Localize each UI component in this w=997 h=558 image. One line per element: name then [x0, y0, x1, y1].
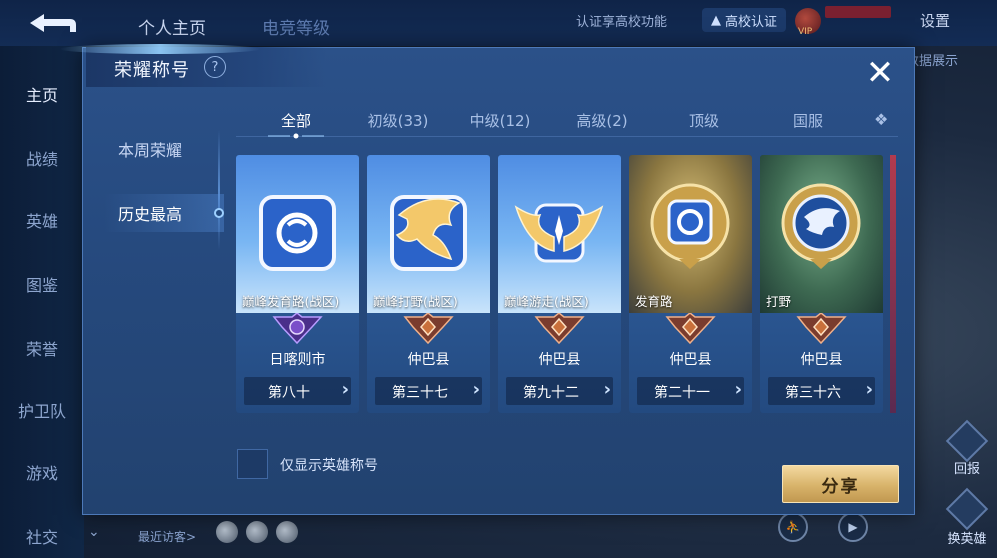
card-region: 仲巴县: [538, 352, 581, 368]
visitor-avatar[interactable]: [276, 521, 298, 543]
card-title: 巅峰游走(战区): [504, 294, 589, 309]
card-rank-row[interactable]: 第八十 ›: [244, 377, 351, 405]
card-title: 打野: [766, 294, 792, 309]
jungle-medal-icon: [781, 183, 861, 269]
card-rank-row[interactable]: 第二十一 ›: [637, 377, 744, 405]
sidebar-item-honors[interactable]: 荣誉: [0, 336, 84, 360]
campus-verify-button[interactable]: ▲ 高校认证: [702, 8, 786, 32]
campus-verify-note[interactable]: 认证享高校功能: [576, 11, 667, 30]
back-arrow-icon[interactable]: [22, 10, 78, 36]
rank-emblem-icon: [796, 313, 847, 345]
more-tabs-icon[interactable]: ❖: [874, 110, 894, 130]
tab-personal-home[interactable]: 个人主页: [138, 14, 206, 39]
visitor-avatar[interactable]: [216, 521, 238, 543]
settings-button[interactable]: 设置: [920, 10, 950, 31]
notification-strip: [825, 6, 891, 18]
hero-title-only-label[interactable]: 仅显示英雄称号: [280, 455, 378, 475]
mountain-icon: ▲: [710, 12, 721, 28]
switch-hero-button[interactable]: 换英雄: [944, 528, 990, 547]
card-title: 巅峰打野(战区): [373, 294, 458, 309]
tab-intermediate[interactable]: 中级(12): [464, 110, 536, 131]
filter-weekly-honor[interactable]: 本周荣耀: [104, 130, 224, 168]
tier-tabs: 全部 初级(33) 中级(12) 高级(2) 顶级 国服: [236, 104, 898, 140]
card-art: [498, 155, 621, 313]
chevron-right-icon[interactable]: ›: [604, 379, 611, 400]
sidebar-item-home[interactable]: 主页: [0, 82, 84, 106]
vip-badge: VIP: [798, 27, 813, 37]
chevron-right-icon[interactable]: ›: [866, 379, 873, 400]
chevron-down-icon[interactable]: ⌄: [88, 524, 100, 540]
honor-card-list: 巅峰发育路(战区) 日喀则市 第八十 › 巅峰打野(战区) 仲巴县 第三十七 ›: [236, 155, 896, 413]
card-title: 巅峰发育路(战区): [242, 294, 340, 309]
campus-verify-label: 高校认证: [724, 14, 777, 30]
card-rank: 第八十: [268, 385, 310, 401]
switch-hero-emblem-icon[interactable]: [945, 487, 989, 531]
title-swoosh-decoration: [60, 44, 260, 54]
honor-card[interactable]: 发育路 仲巴县 第二十一 ›: [629, 155, 752, 413]
chevron-right-icon[interactable]: ›: [342, 379, 349, 400]
rank-emblem-icon: [665, 313, 716, 345]
tab-beginner[interactable]: 初级(33): [362, 110, 434, 131]
honor-card[interactable]: 巅峰发育路(战区) 日喀则市 第八十 ›: [236, 155, 359, 413]
active-filter-dot: [214, 208, 224, 218]
support-wings-badge-icon: [514, 203, 604, 263]
sidebar-item-codex[interactable]: 图鉴: [0, 272, 84, 296]
filter-historical-best[interactable]: 历史最高: [104, 194, 224, 232]
tab-all[interactable]: 全部: [276, 110, 316, 131]
report-button[interactable]: 回报: [944, 458, 990, 477]
share-button[interactable]: 分享: [782, 465, 899, 503]
card-rank: 第二十一: [654, 385, 710, 401]
hero-title-only-checkbox[interactable]: [237, 449, 268, 479]
card-art: [367, 155, 490, 313]
report-emblem-icon[interactable]: [945, 419, 989, 463]
card-region: 仲巴县: [669, 352, 712, 368]
sidebar-item-records[interactable]: 战绩: [0, 146, 84, 170]
sidebar-item-heroes[interactable]: 英雄: [0, 208, 84, 232]
card-rank: 第三十六: [785, 385, 841, 401]
card-rank-row[interactable]: 第九十二 ›: [506, 377, 613, 405]
tab-top[interactable]: 顶级: [684, 110, 724, 131]
card-region: 日喀则市: [269, 352, 326, 368]
card-rank-row[interactable]: 第三十七 ›: [375, 377, 482, 405]
close-icon[interactable]: ✕: [862, 55, 898, 91]
chevron-right-icon[interactable]: ›: [473, 379, 480, 400]
rank-emblem-icon: [272, 313, 323, 345]
tab-underline: [236, 136, 898, 137]
sidebar-item-social[interactable]: 社交: [0, 524, 84, 548]
jungle-dragon-badge-icon: [390, 195, 467, 271]
card-art: [236, 155, 359, 313]
card-region: 仲巴县: [407, 352, 450, 368]
help-icon[interactable]: ?: [204, 56, 226, 78]
sidebar-item-guard-team[interactable]: 护卫队: [0, 398, 84, 422]
card-art: [760, 155, 883, 313]
dialog-title: 荣耀称号: [114, 60, 190, 81]
chevron-right-icon[interactable]: ›: [735, 379, 742, 400]
card-rank-row[interactable]: 第三十六 ›: [768, 377, 875, 405]
honor-card[interactable]: 巅峰打野(战区) 仲巴县 第三十七 ›: [367, 155, 490, 413]
tab-esports-level[interactable]: 电竞等级: [262, 14, 330, 39]
card-rank: 第九十二: [523, 385, 579, 401]
card-title: 发育路: [635, 294, 673, 309]
play-icon[interactable]: ▶: [838, 512, 868, 542]
rank-emblem-icon: [534, 313, 585, 345]
adc-badge-icon: [259, 195, 336, 271]
recent-visitors-link[interactable]: 最近访客>: [138, 528, 196, 545]
adc-medal-icon: [650, 183, 730, 269]
active-tab-indicator: [268, 133, 324, 139]
figure-icon[interactable]: ⛹: [778, 512, 808, 542]
tab-advanced[interactable]: 高级(2): [570, 110, 634, 131]
next-card-peek[interactable]: [890, 155, 896, 413]
card-region: 仲巴县: [800, 352, 843, 368]
rank-emblem-icon: [403, 313, 454, 345]
card-rank: 第三十七: [392, 385, 448, 401]
sidebar-item-games[interactable]: 游戏: [0, 460, 84, 484]
card-art: [629, 155, 752, 313]
visitor-avatar[interactable]: [246, 521, 268, 543]
honor-card[interactable]: 巅峰游走(战区) 仲巴县 第九十二 ›: [498, 155, 621, 413]
honor-card[interactable]: 打野 仲巴县 第三十六 ›: [760, 155, 883, 413]
tab-national[interactable]: 国服: [788, 110, 828, 131]
